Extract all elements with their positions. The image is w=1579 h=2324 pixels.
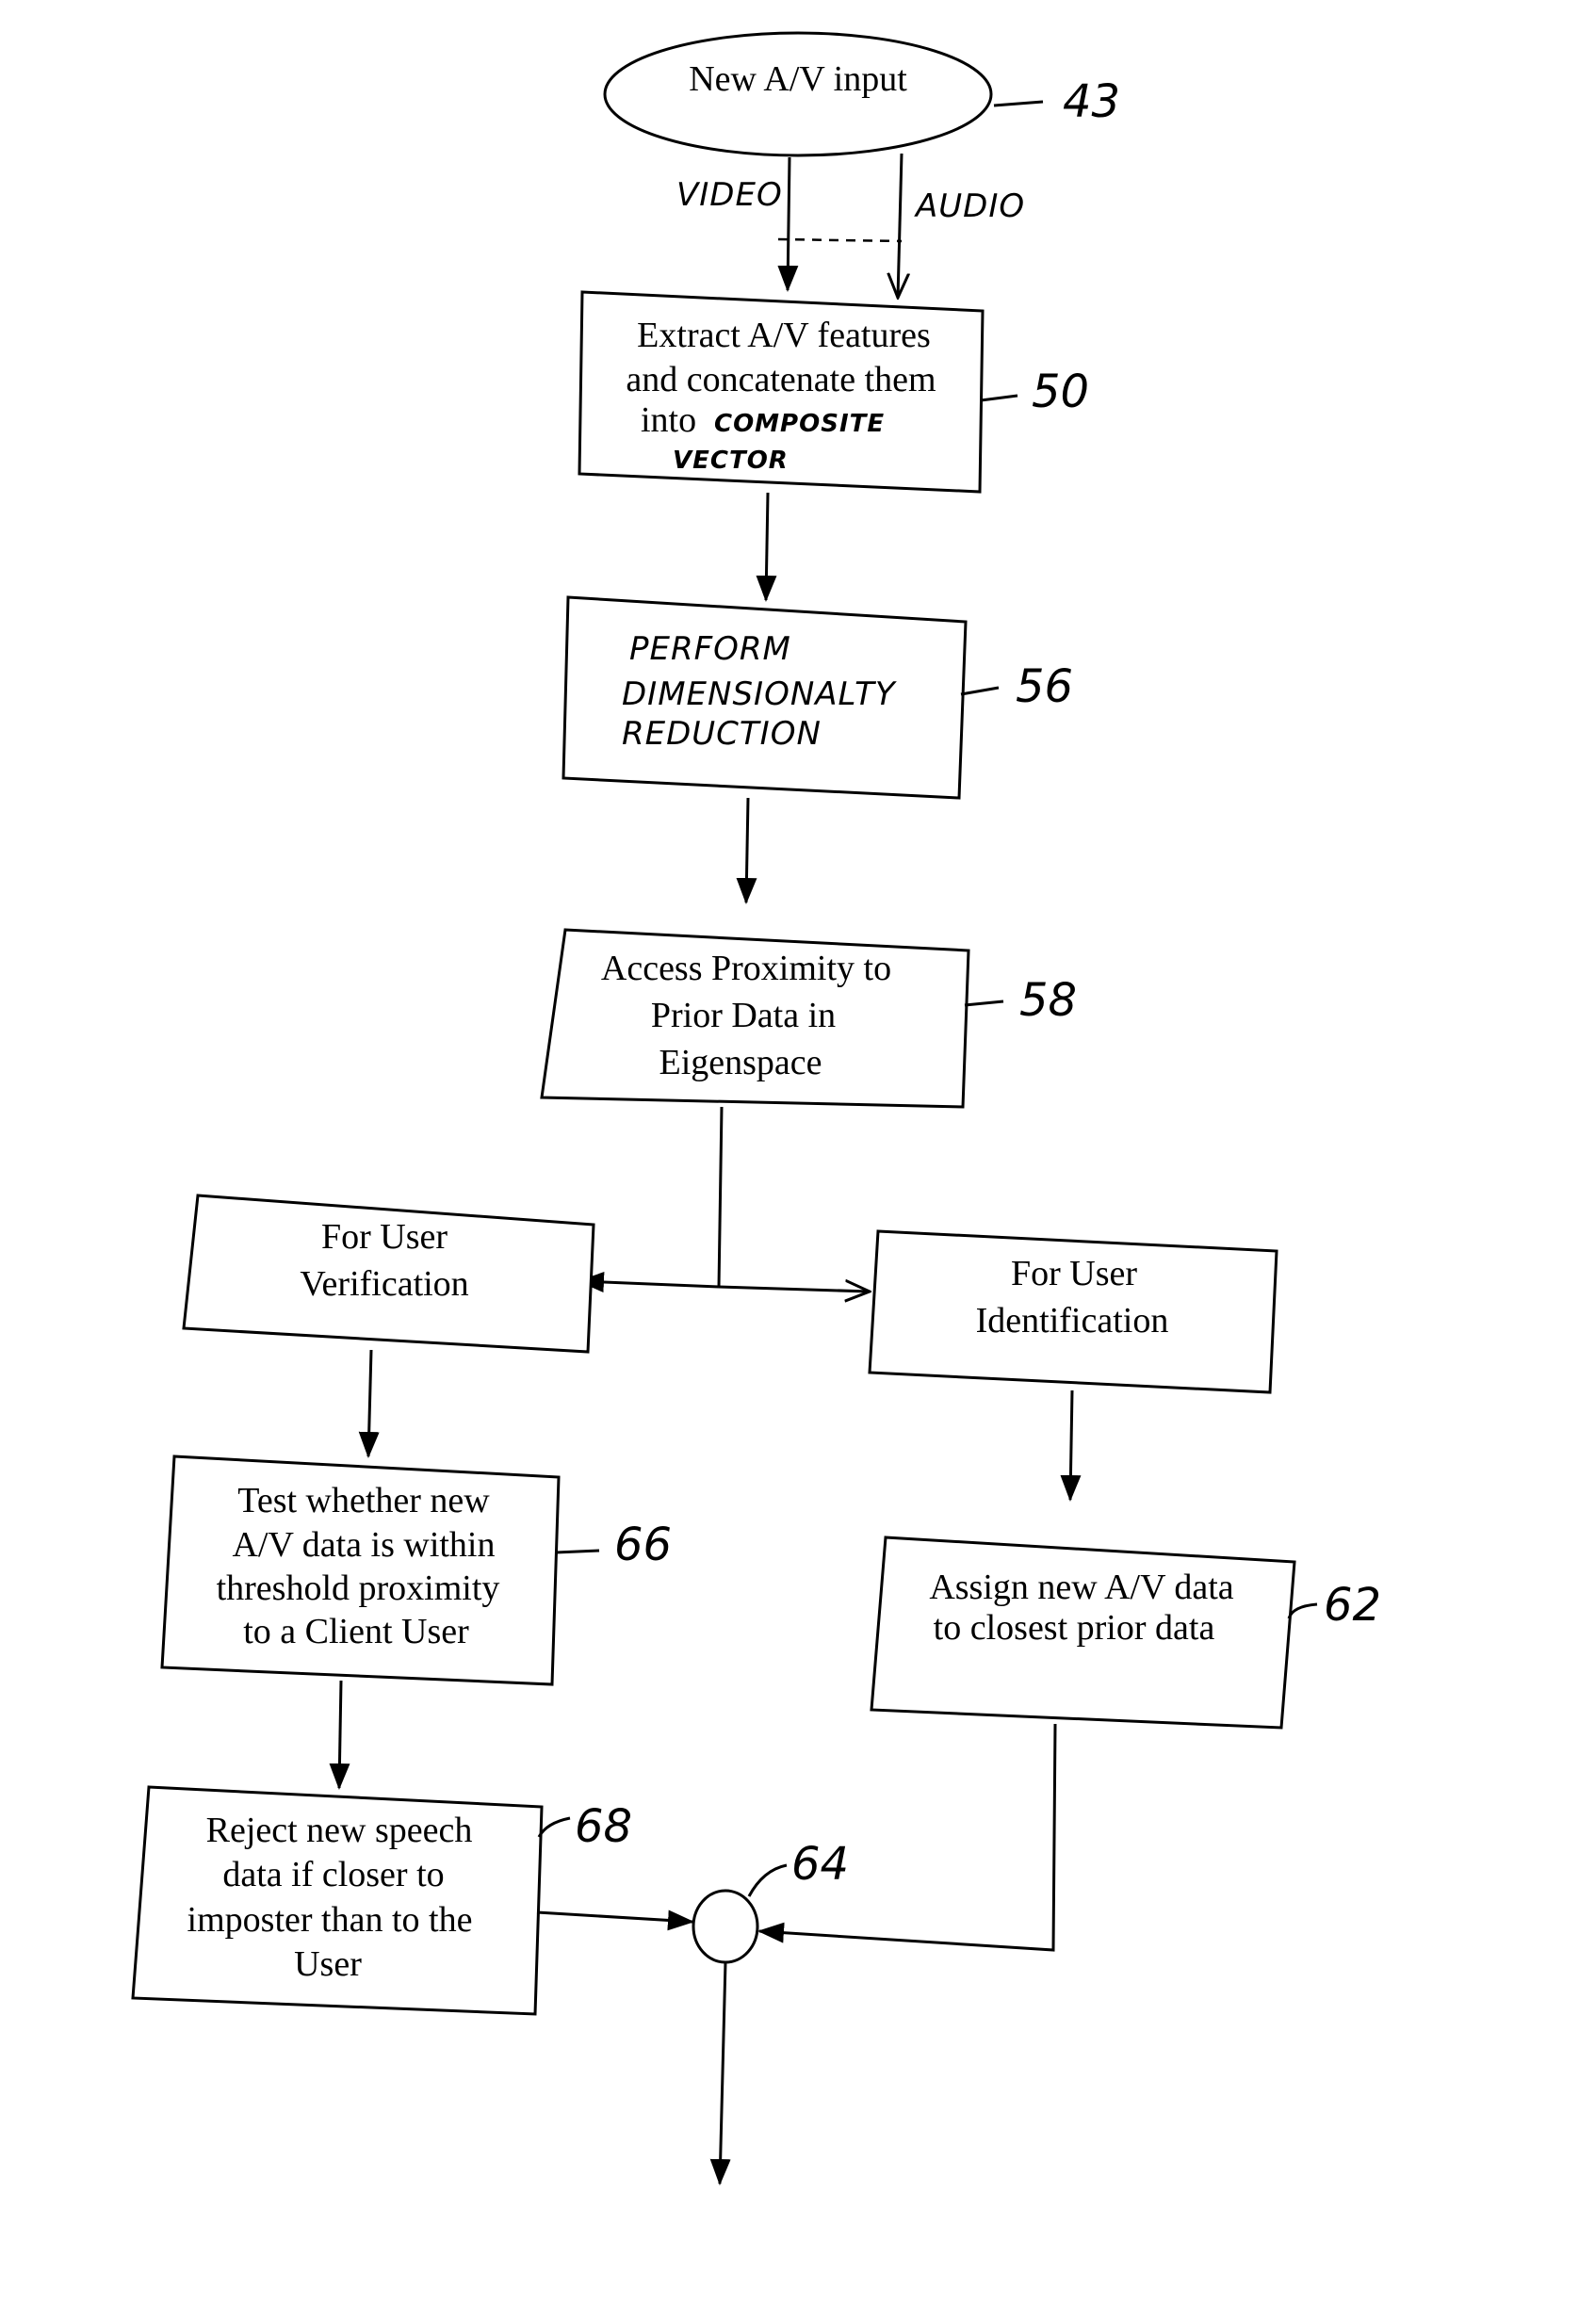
audio-arrow xyxy=(898,153,902,298)
box-66-threshold-test: Test whether new A/V data is within thre… xyxy=(160,1455,672,1686)
box-50-hand-2: VECTOR xyxy=(673,447,789,475)
ref-56: 56 xyxy=(1016,660,1073,713)
audio-label: AUDIO xyxy=(914,187,1025,225)
box-50-line-1: Extract A/V features xyxy=(637,316,931,355)
junction-64: 64 xyxy=(692,1838,849,1964)
box-56-hand-2: DIMENSIONALTY xyxy=(622,675,897,713)
box-58-line-3: Eigenspace xyxy=(659,1043,822,1082)
arrow-62-to-junction xyxy=(757,1723,1057,1952)
box-66-line-2: A/V data is within xyxy=(232,1525,495,1565)
box-66-line-3: threshold proximity xyxy=(217,1568,500,1608)
ref-leader-56 xyxy=(960,686,1000,696)
box-68-line-2: data if closer to xyxy=(222,1855,444,1894)
ref-leader-68 xyxy=(537,1816,571,1838)
box-68-line-1: Reject new speech xyxy=(206,1811,473,1850)
verification-line-1: For User xyxy=(321,1217,448,1257)
identification-line-2: Identification xyxy=(976,1301,1169,1341)
box-66-line-1: Test whether new xyxy=(237,1481,490,1520)
ref-leader-50 xyxy=(980,394,1018,402)
ref-62: 62 xyxy=(1324,1579,1381,1632)
ref-leader-64 xyxy=(747,1863,788,1897)
arrow-66-to-68 xyxy=(329,1680,350,1790)
flowchart: New A/V input 43 VIDEO AUDIO Extract A/V… xyxy=(131,31,1381,2186)
sync-dashed-line xyxy=(777,237,903,243)
box-62-line-2: to closest prior data xyxy=(934,1608,1215,1648)
box-56-hand-1: PERFORM xyxy=(629,630,791,668)
ref-leader-58 xyxy=(964,999,1004,1007)
arrow-identification-to-62 xyxy=(1060,1390,1082,1502)
box-user-verification: For User Verification xyxy=(182,1194,595,1354)
box-68-reject-imposter: Reject new speech data if closer to impo… xyxy=(131,1785,632,2016)
arrow-verification-to-66 xyxy=(358,1349,380,1458)
ref-leader-66 xyxy=(555,1549,600,1554)
identification-line-1: For User xyxy=(1011,1254,1137,1293)
ref-64: 64 xyxy=(791,1838,849,1891)
box-66-line-4: to a Client User xyxy=(243,1612,469,1651)
box-68-line-3: imposter than to the xyxy=(187,1900,473,1940)
ref-43: 43 xyxy=(1063,75,1120,128)
box-58-line-2: Prior Data in xyxy=(651,996,836,1035)
start-node-43: New A/V input 43 xyxy=(603,31,1120,157)
box-50-line-3: into xyxy=(641,400,696,440)
ref-68: 68 xyxy=(575,1800,632,1853)
arrow-68-to-junction xyxy=(536,1910,694,1931)
verification-line-2: Verification xyxy=(300,1264,468,1304)
box-62-assign-closest: Assign new A/V data to closest prior dat… xyxy=(870,1536,1381,1730)
arrow-50-to-56 xyxy=(756,492,777,602)
arrow-56-to-58 xyxy=(736,797,757,904)
box-50-line-2: and concatenate them xyxy=(626,360,936,399)
box-56-hand-3: REDUCTION xyxy=(622,715,822,753)
junction-circle xyxy=(692,1889,759,1964)
ref-66: 66 xyxy=(614,1519,672,1571)
arrow-to-verification xyxy=(578,1272,720,1293)
box-68-line-4: User xyxy=(294,1944,362,1984)
box-user-identification: For User Identification xyxy=(868,1229,1278,1394)
box-56-dimensionality-reduction: PERFORM DIMENSIONALTY REDUCTION 56 xyxy=(562,595,1073,800)
arrow-to-identification xyxy=(718,1287,870,1292)
video-arrow xyxy=(777,156,799,292)
ref-leader-43 xyxy=(993,100,1044,107)
video-label: VIDEO xyxy=(676,176,783,214)
box-50-hand-1: COMPOSITE xyxy=(714,410,885,438)
start-label: New A/V input xyxy=(689,59,907,99)
split-line xyxy=(717,1106,724,1288)
ref-58: 58 xyxy=(1019,974,1077,1027)
box-58-access-proximity: Access Proximity to Prior Data in Eigens… xyxy=(540,928,1077,1109)
ref-50: 50 xyxy=(1032,366,1089,418)
box-50-extract-features: Extract A/V features and concatenate the… xyxy=(578,290,1089,494)
box-58-line-1: Access Proximity to xyxy=(601,949,891,988)
ref-leader-62 xyxy=(1287,1602,1318,1619)
box-62-line-1: Assign new A/V data xyxy=(929,1568,1233,1607)
output-arrow xyxy=(709,1961,731,2186)
